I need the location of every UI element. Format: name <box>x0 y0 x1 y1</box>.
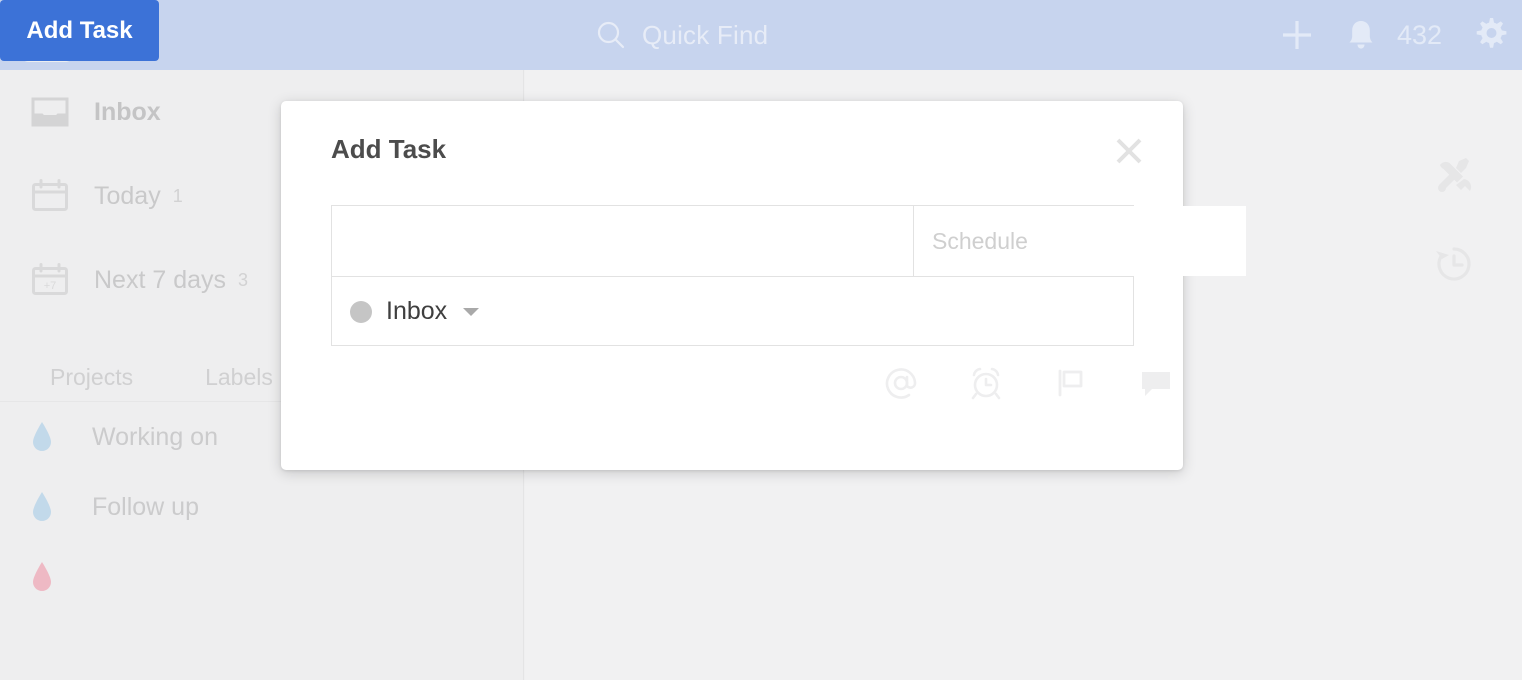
task-name-input[interactable] <box>332 206 914 276</box>
history-button[interactable] <box>1428 238 1480 290</box>
tab-labels[interactable]: Labels <box>205 364 273 401</box>
calendar-7-icon: +7 <box>30 263 70 297</box>
bell-icon <box>1349 21 1373 49</box>
schedule-input[interactable] <box>914 206 1246 276</box>
drop-icon <box>30 491 68 523</box>
calendar-icon <box>30 179 70 213</box>
mention-icon <box>885 368 917 399</box>
task-form: Inbox <box>331 205 1246 346</box>
project-selector-label: Inbox <box>386 297 448 325</box>
comment-button[interactable] <box>1136 363 1176 403</box>
project-item-partial[interactable] <box>0 542 523 612</box>
inbox-icon <box>30 95 70 129</box>
content-action-rail <box>1428 70 1480 290</box>
notifications-button[interactable] <box>1329 0 1393 70</box>
sidebar-item-label: Today <box>94 181 161 210</box>
add-task-submit-button[interactable]: Add Task <box>0 0 159 61</box>
project-color-dot <box>350 300 372 323</box>
priority-flag-icon <box>1058 369 1083 397</box>
sidebar-item-count: 3 <box>238 269 249 290</box>
reminder-alarm-icon <box>971 367 1001 400</box>
drop-icon <box>30 561 68 593</box>
history-icon <box>1436 247 1471 281</box>
tab-projects[interactable]: Projects <box>50 364 133 401</box>
gear-icon <box>1476 18 1507 48</box>
quick-find[interactable]: Quick Find <box>596 14 768 56</box>
svg-text:+7: +7 <box>44 280 57 292</box>
app-root: Quick Find 432 Inbox Today 1 +7 Next 7 d… <box>0 0 1522 680</box>
dialog-title: Add Task <box>331 134 447 164</box>
drop-icon <box>30 421 68 453</box>
task-options-toolbar <box>881 363 1176 403</box>
mention-button[interactable] <box>881 363 921 403</box>
project-item-follow-up[interactable]: Follow up <box>0 472 523 542</box>
chevron-down-icon <box>463 307 480 316</box>
plus-icon <box>1282 21 1311 49</box>
task-form-top-row <box>332 206 1246 276</box>
sidebar-item-count: 1 <box>172 185 183 206</box>
tools-button[interactable] <box>1428 150 1480 202</box>
priority-button[interactable] <box>1051 363 1091 403</box>
close-button[interactable] <box>1109 131 1149 171</box>
add-task-header-button[interactable] <box>1265 0 1329 70</box>
project-item-label: Follow up <box>92 492 199 521</box>
settings-button[interactable] <box>1458 0 1522 70</box>
sidebar-item-label: Next 7 days <box>94 265 227 294</box>
reminder-button[interactable] <box>966 363 1006 403</box>
project-item-label: Working on <box>92 422 218 451</box>
search-icon <box>597 21 625 49</box>
notification-count: 432 <box>1396 20 1442 50</box>
header-actions: 432 <box>1265 0 1522 70</box>
sidebar-item-label: Inbox <box>94 97 161 126</box>
comment-icon <box>1142 372 1170 396</box>
top-header: Quick Find 432 <box>0 0 1522 70</box>
quick-find-placeholder: Quick Find <box>642 20 769 50</box>
tools-icon <box>1438 158 1472 192</box>
project-selector[interactable]: Inbox <box>332 276 1133 346</box>
close-icon <box>1116 138 1142 164</box>
add-task-dialog: Add Task Inbox Add Task <box>0 0 1246 470</box>
